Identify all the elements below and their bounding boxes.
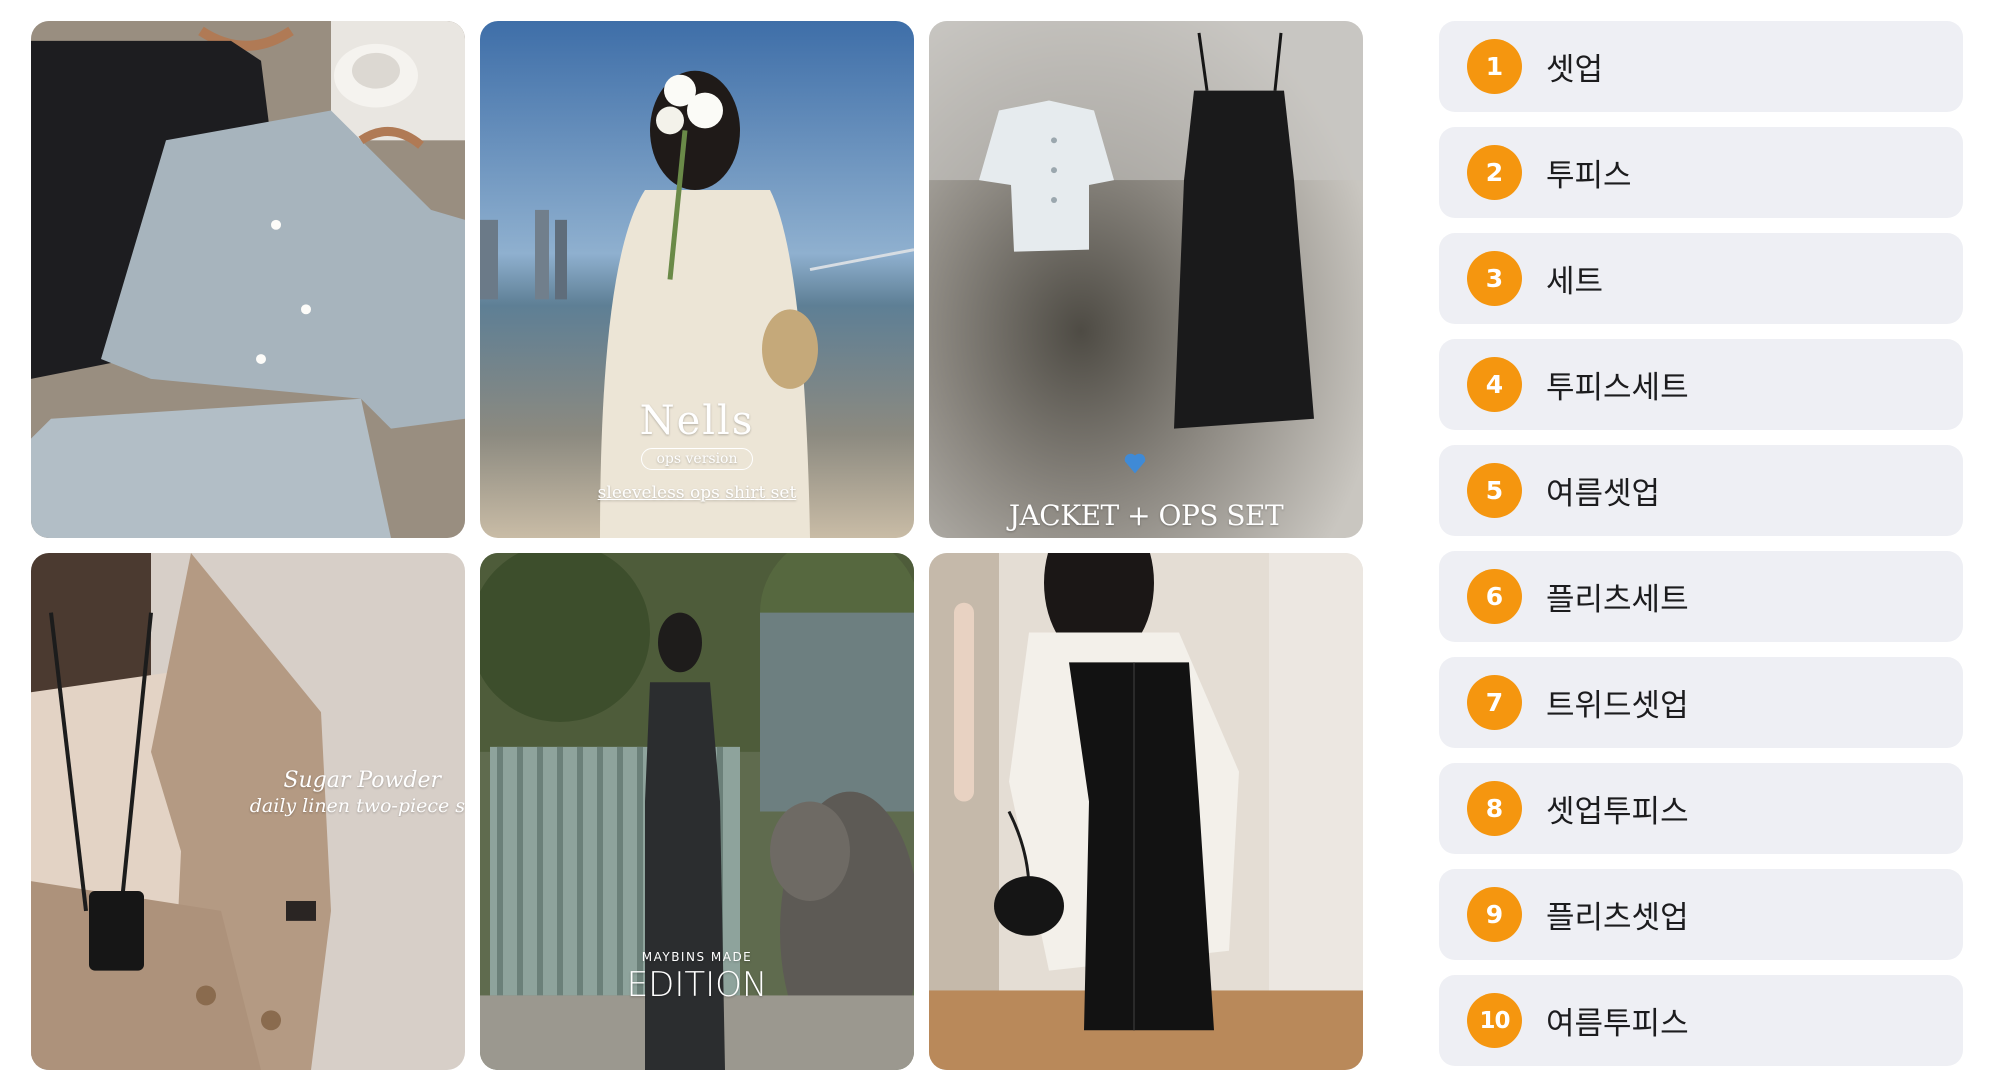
keyword-label: 셋업투피스 [1546,794,1689,830]
keyword-item-2[interactable]: 2 투피스 [1439,127,1963,218]
keyword-item-9[interactable]: 9 플리츠셋업 [1439,869,1963,960]
keyword-label: 세트 [1546,264,1604,300]
product-tile-bustier-dress[interactable] [929,553,1363,1070]
product-image [480,21,914,538]
product-image [31,21,465,538]
keyword-item-3[interactable]: 3 세트 [1439,233,1963,324]
keyword-item-4[interactable]: 4 투피스세트 [1439,339,1963,430]
keyword-item-6[interactable]: 6 플리츠세트 [1439,551,1963,642]
rank-badge: 4 [1467,357,1522,412]
product-image [929,553,1363,1070]
rank-badge: 5 [1467,463,1522,518]
product-tile-nells-set[interactable]: Nells ops version sleeveless ops shirt s… [480,21,914,538]
keyword-item-8[interactable]: 8 셋업투피스 [1439,763,1963,854]
keyword-label: 플리츠셋업 [1546,900,1689,936]
keyword-item-7[interactable]: 7 트위드셋업 [1439,657,1963,748]
keyword-item-5[interactable]: 5 여름셋업 [1439,445,1963,536]
rank-badge: 7 [1467,675,1522,730]
product-tile-tweed-setup[interactable] [31,21,465,538]
keyword-label: 투피스 [1546,158,1632,194]
keyword-label: 플리츠세트 [1546,582,1689,618]
popular-keywords-list: 1 셋업 2 투피스 3 세트 4 투피스세트 5 여름셋업 6 플리츠세트 7… [1439,21,1963,1081]
rank-badge: 2 [1467,145,1522,200]
keyword-label: 여름투피스 [1546,1006,1689,1042]
product-image [929,21,1363,538]
keyword-label: 트위드셋업 [1546,688,1689,724]
product-image [31,553,465,1070]
rank-badge: 9 [1467,887,1522,942]
rank-badge: 6 [1467,569,1522,624]
product-tile-jacket-ops-set[interactable]: JACKET + OPS SET [929,21,1363,538]
product-image-grid: Nells ops version sleeveless ops shirt s… [31,21,1363,1070]
keyword-label: 투피스세트 [1546,370,1689,406]
product-image [480,553,914,1070]
keyword-label: 셋업 [1546,52,1604,88]
product-tile-maybins-edition[interactable]: MAYBINS MADE EDITION [480,553,914,1070]
product-tile-sugar-powder[interactable]: Sugar Powder daily linen two-piece s [31,553,465,1070]
rank-badge: 8 [1467,781,1522,836]
keyword-label: 여름셋업 [1546,476,1661,512]
rank-badge: 10 [1467,993,1522,1048]
rank-badge: 1 [1467,39,1522,94]
keyword-item-1[interactable]: 1 셋업 [1439,21,1963,112]
rank-badge: 3 [1467,251,1522,306]
keyword-item-10[interactable]: 10 여름투피스 [1439,975,1963,1066]
